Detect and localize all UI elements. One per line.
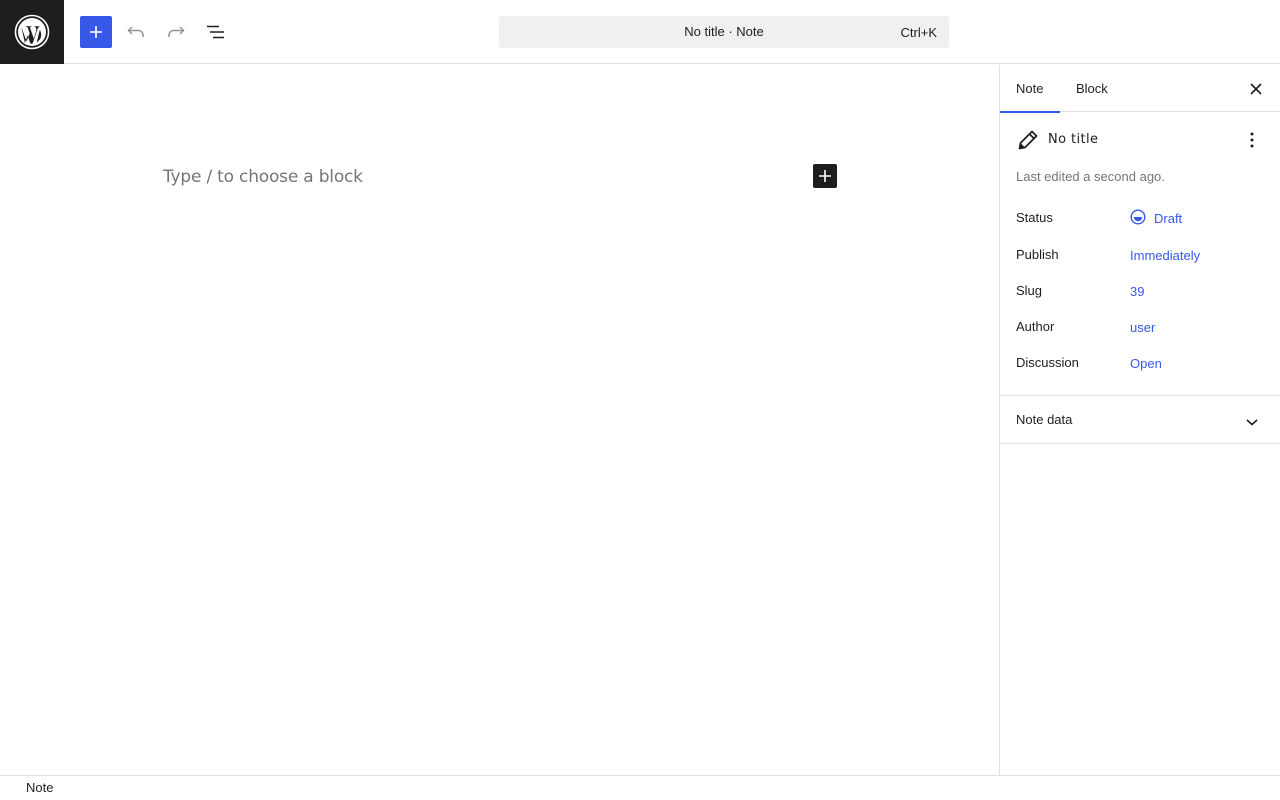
redo-button[interactable] [160, 16, 192, 48]
slug-row: Slug 39 [1016, 283, 1266, 303]
inline-add-block-button[interactable] [813, 164, 837, 188]
more-vertical-icon [1250, 132, 1254, 148]
list-view-icon [207, 25, 224, 39]
undo-button[interactable] [120, 16, 152, 48]
publish-row: Publish Immediately [1016, 247, 1266, 267]
wordpress-logo-icon [14, 14, 50, 50]
plus-icon [819, 170, 831, 182]
redo-icon [168, 26, 185, 37]
sidebar-tabs: Note Block [1000, 65, 1280, 113]
author-value-button[interactable]: user [1130, 320, 1155, 335]
slug-value-button[interactable]: 39 [1130, 284, 1144, 299]
editor-header: No title · Note Ctrl+K [0, 0, 1280, 64]
post-title: No title [1048, 132, 1099, 147]
editor-canvas[interactable]: Type / to choose a block [0, 65, 999, 775]
publish-label: Publish [1016, 247, 1059, 262]
discussion-row: Discussion Open [1016, 355, 1266, 375]
discussion-value-button[interactable]: Open [1130, 356, 1162, 371]
status-label: Status [1016, 210, 1053, 225]
breadcrumb-item[interactable]: Note [26, 780, 53, 795]
block-breadcrumb-bar: Note [0, 775, 1280, 800]
keyboard-shortcut: Ctrl+K [900, 25, 937, 40]
publish-value-button[interactable]: Immediately [1130, 248, 1200, 263]
discussion-label: Discussion [1016, 355, 1079, 370]
close-icon [1250, 83, 1262, 95]
chevron-down-icon [1246, 419, 1258, 426]
settings-sidebar: Note Block No title Last edited a second… [999, 65, 1280, 775]
slug-label: Slug [1016, 283, 1043, 298]
pencil-icon [1018, 130, 1038, 150]
tab-note[interactable]: Note [1000, 65, 1060, 113]
panel-title: Note data [1016, 412, 1073, 427]
wordpress-logo-button[interactable] [0, 0, 64, 64]
add-block-button[interactable] [80, 16, 112, 48]
tab-block[interactable]: Block [1060, 65, 1124, 112]
document-overview-button[interactable] [200, 16, 232, 48]
last-edited-text: Last edited a second ago. [1016, 169, 1165, 184]
plus-icon [90, 26, 102, 38]
undo-icon [127, 26, 144, 37]
post-actions-button[interactable] [1240, 128, 1264, 152]
close-sidebar-button[interactable] [1244, 77, 1268, 101]
post-summary-header: No title [1000, 112, 1280, 168]
document-title: No title · Note [684, 24, 764, 39]
author-row: Author user [1016, 319, 1266, 339]
command-palette-button[interactable]: No title · Note Ctrl+K [499, 16, 949, 48]
status-row: Status Draft [1016, 209, 1266, 230]
author-label: Author [1016, 319, 1055, 334]
note-data-panel-toggle[interactable]: Note data [1000, 395, 1280, 444]
status-value-button[interactable]: Draft [1154, 211, 1182, 226]
draft-status-icon [1130, 209, 1146, 225]
block-placeholder[interactable]: Type / to choose a block [163, 167, 363, 187]
